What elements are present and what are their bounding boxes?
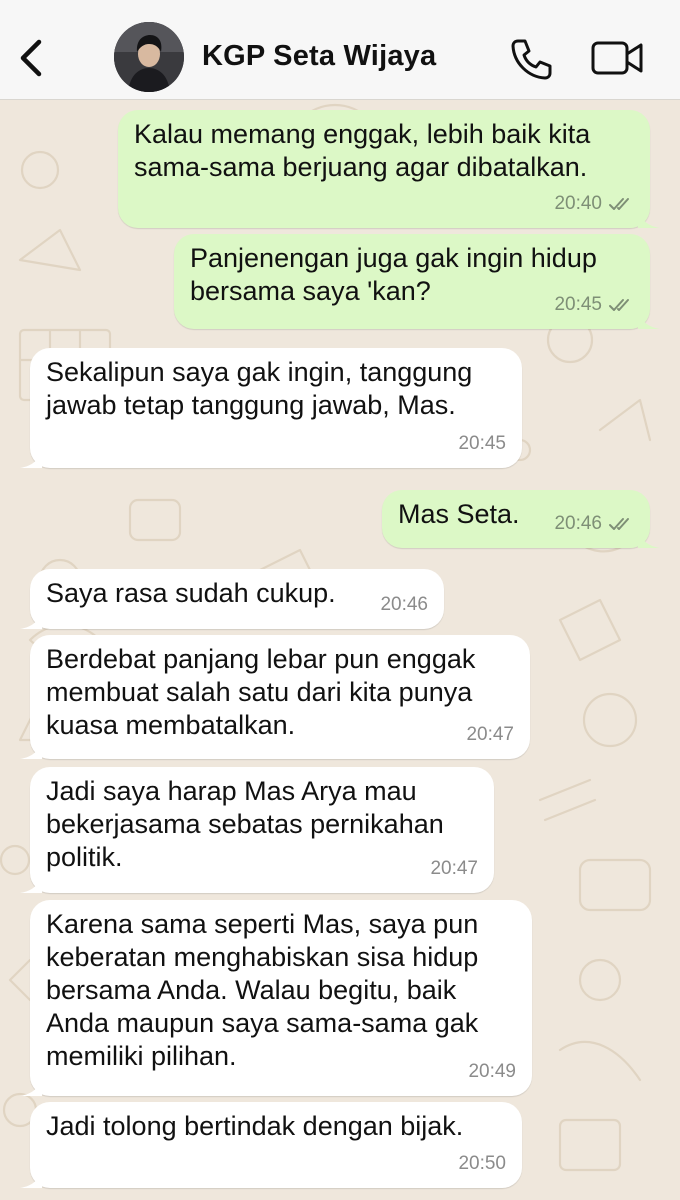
message-time: 20:40 xyxy=(554,193,602,214)
message-meta: 20:45 xyxy=(458,427,506,460)
message-text: Jadi saya harap Mas Arya mau bekerjasama… xyxy=(46,776,444,872)
bubble-tail xyxy=(20,1168,42,1188)
message-time: 20:50 xyxy=(458,1153,506,1174)
video-camera-icon xyxy=(591,41,643,75)
double-check-icon xyxy=(609,298,629,311)
message-time: 20:47 xyxy=(430,858,478,879)
bubble-tail xyxy=(638,208,660,228)
incoming-message-bubble[interactable]: Sekalipun saya gak ingin, tanggung jawab… xyxy=(20,348,522,468)
incoming-message-bubble[interactable]: Berdebat panjang lebar pun enggak membua… xyxy=(20,635,530,759)
message-time: 20:47 xyxy=(466,724,514,745)
bubble-tail xyxy=(20,739,42,759)
double-check-icon xyxy=(609,197,629,210)
outgoing-message-bubble[interactable]: Kalau memang enggak, lebih baik kita sam… xyxy=(118,110,660,228)
message-meta: 20:49 xyxy=(468,1055,516,1088)
contact-name[interactable]: KGP Seta Wijaya xyxy=(202,40,436,73)
outgoing-message-bubble[interactable]: Panjenengan juga gak ingin hidup bersama… xyxy=(174,234,660,329)
bubble-tail xyxy=(20,448,42,468)
bubble-tail xyxy=(638,309,660,329)
contact-avatar[interactable] xyxy=(114,22,184,92)
incoming-message-bubble[interactable]: Karena sama seperti Mas, saya pun kebera… xyxy=(20,900,532,1096)
incoming-message-bubble[interactable]: Jadi tolong bertindak dengan bijak. 20:50 xyxy=(20,1102,522,1188)
message-time: 20:45 xyxy=(458,433,506,454)
message-meta: 20:46 xyxy=(380,588,428,621)
message-time: 20:46 xyxy=(380,594,428,615)
phone-icon xyxy=(511,39,552,80)
message-time: 20:46 xyxy=(554,513,602,534)
bubble-tail xyxy=(638,528,660,548)
bubble-tail xyxy=(20,873,42,893)
bubble-tail xyxy=(20,1076,42,1096)
message-meta: 20:40 xyxy=(554,187,634,220)
chevron-left-icon xyxy=(20,39,42,77)
avatar-photo xyxy=(114,22,184,92)
message-meta: 20:46 xyxy=(554,507,634,540)
message-text: Berdebat panjang lebar pun enggak membua… xyxy=(46,644,476,740)
bubble-tail xyxy=(20,609,42,629)
message-time: 20:49 xyxy=(468,1061,516,1082)
incoming-message-bubble[interactable]: Jadi saya harap Mas Arya mau bekerjasama… xyxy=(20,767,494,893)
message-text: Saya rasa sudah cukup. xyxy=(46,578,336,608)
message-text: Karena sama seperti Mas, saya pun kebera… xyxy=(46,909,479,1071)
message-text: Sekalipun saya gak ingin, tanggung jawab… xyxy=(46,357,473,420)
message-meta: 20:47 xyxy=(466,718,514,751)
message-meta: 20:45 xyxy=(554,288,634,321)
incoming-message-bubble[interactable]: Saya rasa sudah cukup. 20:46 xyxy=(20,569,444,629)
message-time: 20:45 xyxy=(554,294,602,315)
message-meta: 20:47 xyxy=(430,852,478,885)
video-call-button[interactable] xyxy=(590,38,644,78)
double-check-icon xyxy=(609,517,629,530)
voice-call-button[interactable] xyxy=(508,36,554,82)
message-list[interactable]: Kalau memang enggak, lebih baik kita sam… xyxy=(0,100,680,1200)
message-meta: 20:50 xyxy=(458,1147,506,1180)
back-button[interactable] xyxy=(14,36,48,80)
outgoing-message-bubble[interactable]: Mas Seta. 20:46 xyxy=(382,490,660,548)
message-text: Kalau memang enggak, lebih baik kita sam… xyxy=(134,119,591,182)
message-text: Jadi tolong bertindak dengan bijak. xyxy=(46,1111,464,1141)
chat-header: KGP Seta Wijaya xyxy=(0,0,680,100)
